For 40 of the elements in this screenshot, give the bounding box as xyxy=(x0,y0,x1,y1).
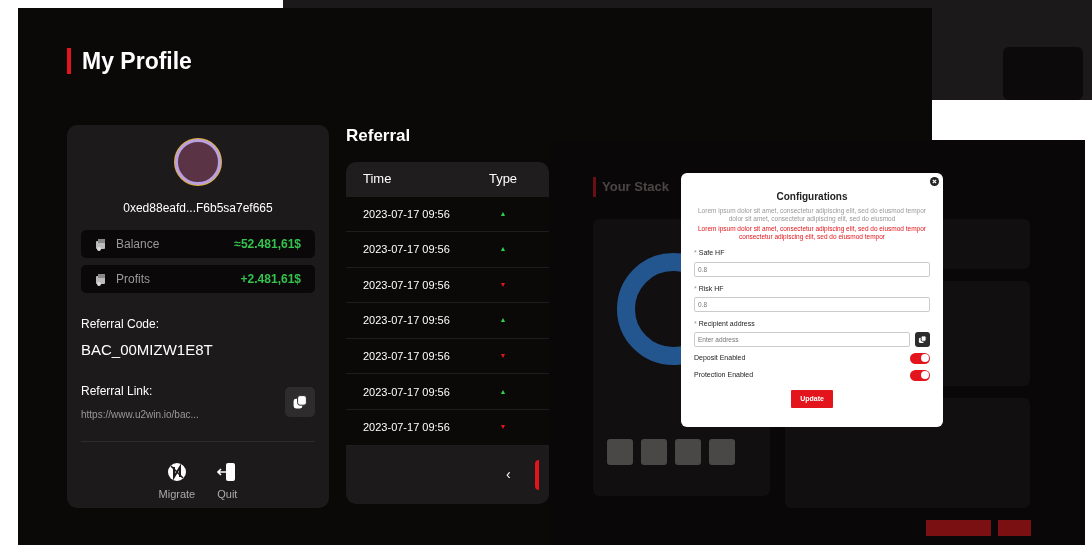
copy-button[interactable] xyxy=(285,386,315,417)
time-cell-text: 2023-07-17 09:56 xyxy=(362,277,451,293)
stat-label: Profits xyxy=(116,271,151,288)
countdown-box xyxy=(709,438,735,465)
countdown-box xyxy=(641,438,667,465)
previous-page-button[interactable]: ‹ xyxy=(506,464,511,486)
action-button[interactable]: Migrate xyxy=(158,461,196,502)
toggle-switch[interactable] xyxy=(910,352,930,364)
countdown-box xyxy=(675,438,701,465)
time-cell-text: 2023-07-17 09:56 xyxy=(362,420,451,436)
copy-icon xyxy=(918,334,927,344)
wallet-address: 0xed88eafd...F6b5sa7ef665 xyxy=(122,200,274,217)
wallet-icon xyxy=(95,237,108,251)
field-label: Referral Code: xyxy=(81,316,161,333)
countdown-box xyxy=(607,438,633,465)
avatar xyxy=(175,139,221,185)
time-cell-text: 2023-07-17 09:56 xyxy=(362,206,451,222)
action-button[interactable]: Quit xyxy=(217,461,238,502)
crossed-circle-icon xyxy=(166,461,187,482)
column-header: Time xyxy=(362,170,393,189)
time-cell-text: 2023-07-17 09:56 xyxy=(362,313,451,329)
stat-value: +2.481,61$ xyxy=(240,271,301,288)
column-header: Type xyxy=(488,170,518,189)
wallet-icon xyxy=(95,272,108,286)
page-button[interactable] xyxy=(534,459,539,490)
close-button[interactable] xyxy=(930,177,939,186)
exit-icon xyxy=(217,461,238,482)
referral-code: BAC_00MIZW1E8T xyxy=(81,340,214,360)
field-label: Referral Link: xyxy=(81,382,154,400)
toggle-switch[interactable] xyxy=(910,369,930,381)
stat-label: Balance xyxy=(116,236,161,253)
copy-icon xyxy=(292,393,308,410)
time-cell-text: 2023-07-17 09:56 xyxy=(362,348,451,364)
close-icon xyxy=(930,177,939,186)
time-cell-text: 2023-07-17 09:56 xyxy=(362,384,451,400)
section-title: Referral xyxy=(346,125,412,147)
time-cell-text: 2023-07-17 09:56 xyxy=(362,242,451,258)
copy-button[interactable] xyxy=(915,331,930,347)
stat-value: ≈52.481,61$ xyxy=(234,236,301,253)
page-title: My Profile xyxy=(67,48,192,74)
